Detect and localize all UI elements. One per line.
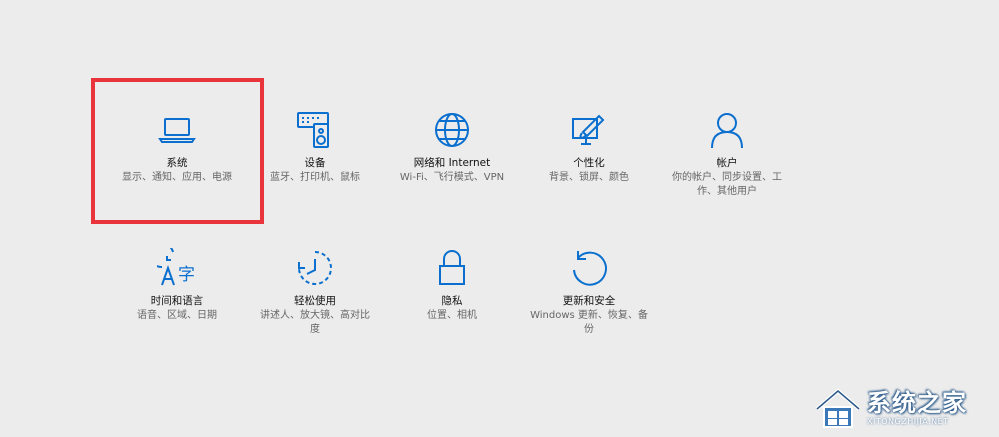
- tile-accounts[interactable]: 帐户 你的帐户、同步设置、工作、其他用户: [657, 110, 797, 199]
- watermark-title: 系统之家: [867, 389, 967, 417]
- tile-title: 时间和语言: [150, 295, 204, 307]
- tile-title: 网络和 Internet: [413, 157, 491, 169]
- tile-description: Wi-Fi、飞行模式、VPN: [399, 172, 505, 183]
- house-logo-icon: [813, 387, 863, 429]
- tile-description: 语音、区域、日期: [137, 310, 217, 321]
- tile-description: 讲述人、放大镜、高对比度: [260, 310, 370, 335]
- tile-title: 个性化: [573, 157, 605, 169]
- tile-time-language[interactable]: 字 时间和语言 语音、区域、日期: [107, 248, 247, 323]
- tile-description: Windows 更新、恢复、备份: [530, 310, 648, 335]
- tile-description: 你的帐户、同步设置、工作、其他用户: [672, 172, 782, 197]
- tile-description: 蓝牙、打印机、鼠标: [270, 172, 360, 183]
- tile-title: 设备: [304, 157, 326, 169]
- laptop-icon: [157, 110, 197, 150]
- devices-icon: [295, 110, 335, 150]
- tile-title: 系统: [166, 157, 188, 169]
- tile-personalization[interactable]: 个性化 背景、锁屏、颜色: [519, 110, 659, 185]
- update-icon: [569, 248, 609, 288]
- tile-title: 帐户: [716, 157, 738, 169]
- tile-title: 更新和安全: [562, 295, 616, 307]
- tile-update-security[interactable]: 更新和安全 Windows 更新、恢复、备份: [519, 248, 659, 337]
- globe-icon: [432, 110, 472, 150]
- tile-description: 背景、锁屏、颜色: [549, 172, 629, 183]
- tile-title: 轻松使用: [294, 295, 336, 307]
- personalization-icon: [569, 110, 609, 150]
- tile-system[interactable]: 系统 显示、通知、应用、电源: [107, 110, 247, 185]
- tile-description: 显示、通知、应用、电源: [122, 172, 232, 183]
- time-language-icon: 字: [157, 248, 197, 288]
- watermark-subtitle: XITONGZHIJIA.NET: [867, 417, 949, 426]
- tile-ease-of-access[interactable]: 轻松使用 讲述人、放大镜、高对比度: [245, 248, 385, 337]
- tile-privacy[interactable]: 隐私 位置、相机: [382, 248, 522, 323]
- svg-text:字: 字: [178, 265, 195, 285]
- lock-icon: [432, 248, 472, 288]
- watermark: 系统之家 XITONGZHIJIA.NET: [813, 383, 991, 433]
- tile-devices[interactable]: 设备 蓝牙、打印机、鼠标: [245, 110, 385, 185]
- person-icon: [707, 110, 747, 150]
- tile-description: 位置、相机: [427, 310, 477, 321]
- ease-of-access-icon: [295, 248, 335, 288]
- tile-network[interactable]: 网络和 Internet Wi-Fi、飞行模式、VPN: [382, 110, 522, 185]
- tile-title: 隐私: [441, 295, 463, 307]
